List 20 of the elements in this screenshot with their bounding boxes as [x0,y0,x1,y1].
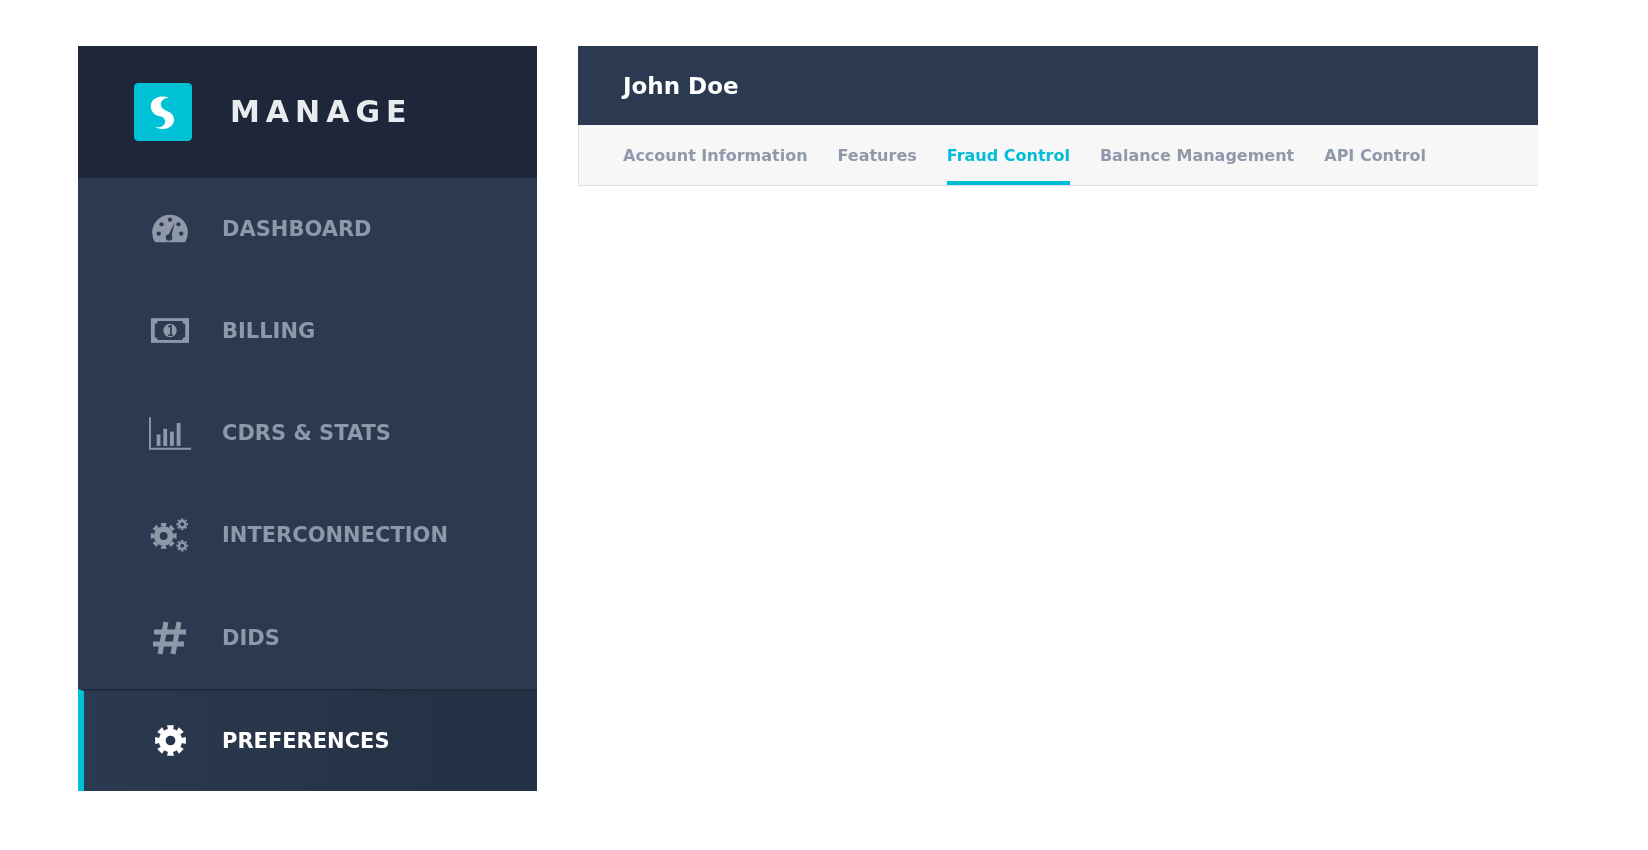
hash-icon [152,619,188,656]
tab[interactable]: API Control [1324,125,1427,185]
sidebar-item[interactable]: CDRS & STATS [78,382,537,485]
settings-icon [153,724,187,758]
sidebar-item[interactable]: DIDS [78,586,537,689]
sidebar-item[interactable]: BILLING [78,279,537,382]
tab[interactable]: Fraud Control [946,125,1070,185]
brand-name: MANAGE [230,94,413,130]
tab[interactable]: Features [837,125,917,185]
gears-icon [149,516,191,555]
sidebar-item[interactable]: INTERCONNECTION [78,484,537,587]
tab[interactable]: Balance Management [1099,125,1295,185]
account-name: John Doe [623,72,739,99]
bar-chart-icon [149,416,191,450]
tab[interactable]: Account Information [623,125,808,185]
logo-icon [134,82,192,141]
sidebar-item[interactable]: PREFERENCES [78,688,537,791]
banknote-icon [150,317,190,345]
sidebar-item[interactable]: DASHBOARD [78,177,537,280]
gauge-icon [151,213,189,244]
